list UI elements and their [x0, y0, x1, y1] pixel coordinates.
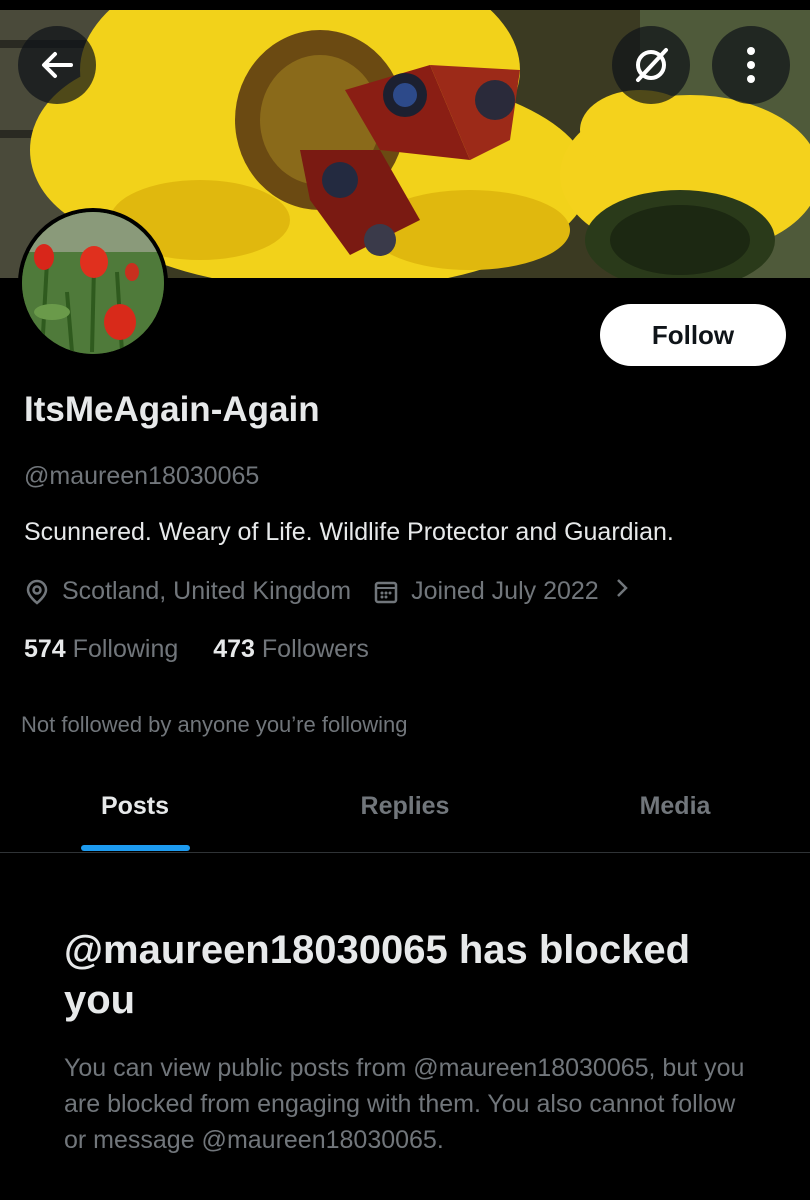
- avatar[interactable]: [18, 208, 168, 358]
- vertical-dots-icon: [747, 47, 755, 83]
- calendar-icon: [373, 578, 401, 606]
- followers-count: 473: [213, 635, 255, 663]
- grok-button[interactable]: [612, 26, 690, 104]
- tab-posts[interactable]: Posts: [0, 760, 270, 852]
- chevron-right-icon[interactable]: [615, 577, 629, 606]
- blocked-description: You can view public posts from @maureen1…: [64, 1054, 745, 1154]
- slash-circle-icon: [636, 48, 668, 82]
- follow-counts: 574 Following 473 Followers: [24, 635, 369, 664]
- tab-replies[interactable]: Replies: [270, 760, 540, 852]
- followers-label: Followers: [261, 635, 369, 663]
- profile-tabs: Posts Replies Media: [0, 760, 810, 853]
- more-options-button[interactable]: [712, 26, 790, 104]
- active-tab-indicator: [81, 845, 190, 851]
- bio: Scunnered. Weary of Life. Wildlife Prote…: [24, 518, 674, 546]
- followers-link[interactable]: 473 Followers: [213, 635, 369, 663]
- location-pin-icon: [24, 578, 52, 606]
- tab-media[interactable]: Media: [540, 760, 810, 852]
- following-count: 574: [24, 635, 66, 663]
- user-handle: @maureen18030065: [24, 462, 260, 490]
- arrow-left-icon: [42, 52, 73, 78]
- following-link[interactable]: 574 Following: [24, 635, 178, 663]
- not-followed-notice: Not followed by anyone you’re following: [21, 712, 408, 737]
- back-button[interactable]: [18, 26, 96, 104]
- location-text: Scotland, United Kingdom: [62, 577, 352, 605]
- blocked-title: @maureen18030065 has blocked you: [64, 928, 691, 1022]
- follow-button[interactable]: Follow: [600, 304, 786, 366]
- display-name: ItsMeAgain-Again: [24, 390, 320, 429]
- joined-date: Joined July 2022: [411, 577, 599, 605]
- profile-meta: Scotland, United Kingdom Joined July 202…: [24, 577, 629, 606]
- following-label: Following: [72, 635, 179, 663]
